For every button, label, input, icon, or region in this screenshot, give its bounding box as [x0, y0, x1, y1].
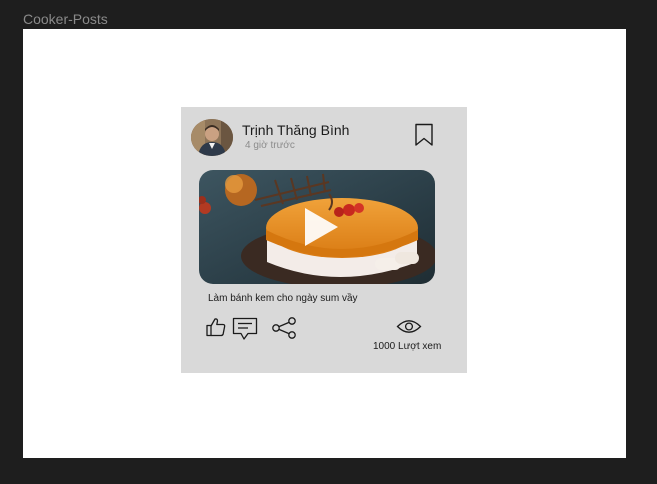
- post-time: 4 giờ trước: [245, 140, 295, 151]
- comment-icon[interactable]: [232, 317, 258, 341]
- eye-icon: [396, 318, 422, 335]
- thumbs-up-icon[interactable]: [205, 317, 227, 337]
- author-name[interactable]: Trịnh Thăng Bình: [242, 122, 349, 138]
- view-count: 1000 Lượt xem: [373, 341, 442, 352]
- post-caption: Làm bánh kem cho ngày sum vầy: [208, 293, 358, 304]
- avatar[interactable]: [191, 119, 233, 156]
- frame-label: Cooker-Posts: [23, 11, 108, 27]
- share-icon[interactable]: [271, 317, 297, 339]
- post-card: Trịnh Thăng Bình 4 giờ trước Làm bánh ke…: [181, 107, 467, 373]
- artboard-frame: Trịnh Thăng Bình 4 giờ trước Làm bánh ke…: [23, 29, 626, 458]
- video-thumbnail[interactable]: [199, 170, 435, 284]
- bookmark-icon[interactable]: [414, 123, 434, 147]
